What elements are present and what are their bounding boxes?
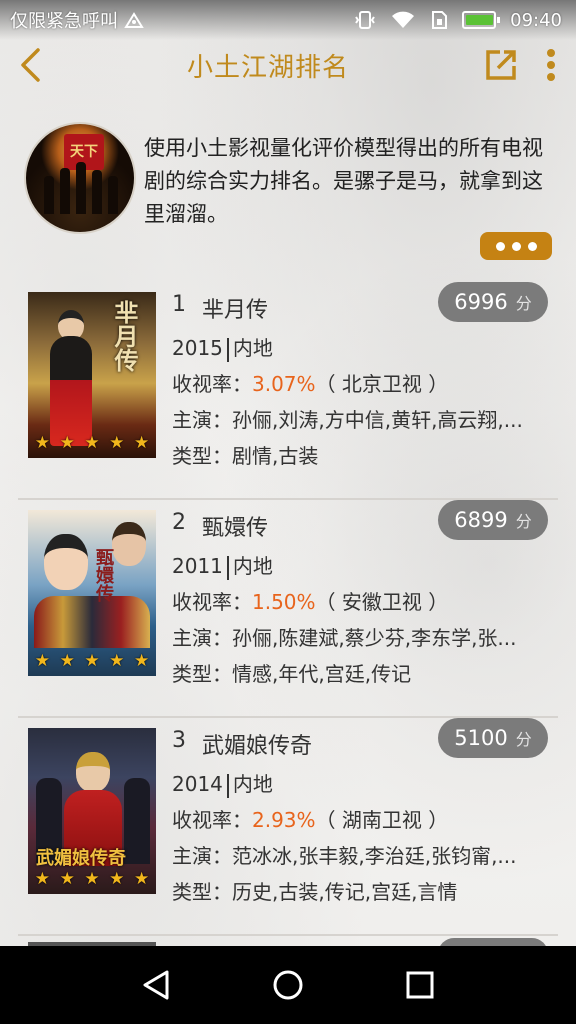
more-options-button[interactable] [526,40,576,90]
item-year-region: 2014 内地 [172,772,273,798]
ranking-item[interactable]: 芈月传 ★ ★ ★ ★ ★ 1 芈月传 6996 分 2015 内地 收视率：3.07%（… [18,282,558,500]
chevron-left-icon [21,48,40,82]
star-rating: ★ ★ ★ ★ ★ [28,653,156,670]
score-unit: 分 [515,730,532,749]
ranking-item[interactable]: 武媚娘传奇 ★ ★ ★ ★ ★ 3 武媚娘传奇 5100 分 2014 内地 收视率：2.… [18,718,558,936]
triangle-back-icon [143,970,169,1000]
score-value: 6996 [454,290,508,314]
vertical-dots-icon [547,49,555,81]
square-recents-icon [406,971,434,999]
score-badge: 6996 分 [438,282,548,322]
item-rank: 3 [172,728,186,753]
star-icon: ★ [34,651,51,671]
item-title: 甄嬛传 [202,516,269,541]
status-bar: 仅限紧急呼叫 09:40 [0,0,576,40]
score-unit: 分 [515,294,532,313]
star-icon: ★ [34,433,51,453]
sim-icon [124,12,144,28]
star-icon: ★ [84,869,100,889]
item-genre: 类型：历史,古装,传记,宫廷,言情 [172,880,458,904]
star-icon: ★ [59,651,75,671]
poster-image: 武媚娘传奇 ★ ★ ★ ★ ★ [28,728,156,894]
star-icon: ★ [133,651,150,671]
nav-home-button[interactable] [258,955,318,1015]
poster-image: 芈月传 ★ ★ ★ ★ ★ [28,292,156,458]
battery-icon [462,11,501,29]
item-rating: 收视率：2.93%（ 湖南卫视 ） [172,808,449,832]
score-value: 6899 [454,508,508,532]
item-rating: 收视率：3.07%（ 北京卫视 ） [172,372,449,396]
intro-more-button[interactable] [480,232,552,260]
intro-description: 使用小土影视量化评价模型得出的所有电视剧的综合实力排名。是骡子是马，就拿到这里溜… [144,136,543,226]
item-cast: 主演：孙俪,陈建斌,蔡少芬,李东学,张... [172,626,517,650]
item-year-region: 2015 内地 [172,336,273,362]
item-cast: 主演：范冰冰,张丰毅,李治廷,张钧甯,... [172,844,517,868]
vibrate-icon [355,11,375,29]
share-button[interactable] [476,40,526,90]
ranking-list: 芈月传 ★ ★ ★ ★ ★ 1 芈月传 6996 分 2015 内地 收视率：3.07%（… [0,282,576,936]
ranking-item[interactable]: 甄嬛传 ★ ★ ★ ★ ★ 2 甄嬛传 6899 分 2011 内地 收视率：1.50%（… [18,500,558,718]
carrier-text: 仅限紧急呼叫 [10,11,118,32]
poster-image: 甄嬛传 ★ ★ ★ ★ ★ [28,510,156,676]
back-button[interactable] [0,40,60,90]
star-icon: ★ [84,433,100,453]
ranking-intro: 天下 使用小土影视量化评价模型得出的所有电视剧的综合实力排名。是骡子是马，就拿到… [0,118,576,268]
wifi-icon [392,11,415,28]
item-genre: 类型：剧情,古装 [172,444,319,468]
score-badge: 6899 分 [438,500,548,540]
star-rating: ★ ★ ★ ★ ★ [28,435,156,452]
star-rating: ★ ★ ★ ★ ★ [28,871,156,888]
circle-home-icon [273,970,303,1000]
external-link-icon [486,50,516,80]
title-bar: 小土江湖排名 [0,40,576,90]
more-dots-icon [495,241,505,251]
star-icon: ★ [109,651,125,671]
item-rank: 1 [172,292,186,317]
star-icon: ★ [84,651,100,671]
star-icon: ★ [109,869,125,889]
star-icon: ★ [59,433,75,453]
star-icon: ★ [34,869,51,889]
nav-back-button[interactable] [126,955,186,1015]
sim-card-icon [432,11,448,29]
star-icon: ★ [59,869,75,889]
score-unit: 分 [515,512,532,531]
system-nav-bar [0,946,576,1024]
page-title: 小土江湖排名 [186,52,349,83]
star-icon: ★ [109,433,125,453]
score-value: 5100 [454,726,508,750]
item-genre: 类型：情感,年代,宫廷,传记 [172,662,412,686]
item-title: 芈月传 [202,298,269,323]
item-title: 武媚娘传奇 [202,734,313,759]
score-badge: 5100 分 [438,718,548,758]
star-icon: ★ [133,433,150,453]
item-year-region: 2011 内地 [172,554,273,580]
item-rating: 收视率：1.50%（ 安徽卫视 ） [172,590,449,614]
item-cast: 主演：孙俪,刘涛,方中信,黄轩,高云翔,... [172,408,523,432]
ranking-avatar: 天下 [24,122,136,234]
nav-recents-button[interactable] [390,955,450,1015]
item-rank: 2 [172,510,186,535]
clock-text: 09:40 [510,9,562,31]
star-icon: ★ [133,869,150,889]
